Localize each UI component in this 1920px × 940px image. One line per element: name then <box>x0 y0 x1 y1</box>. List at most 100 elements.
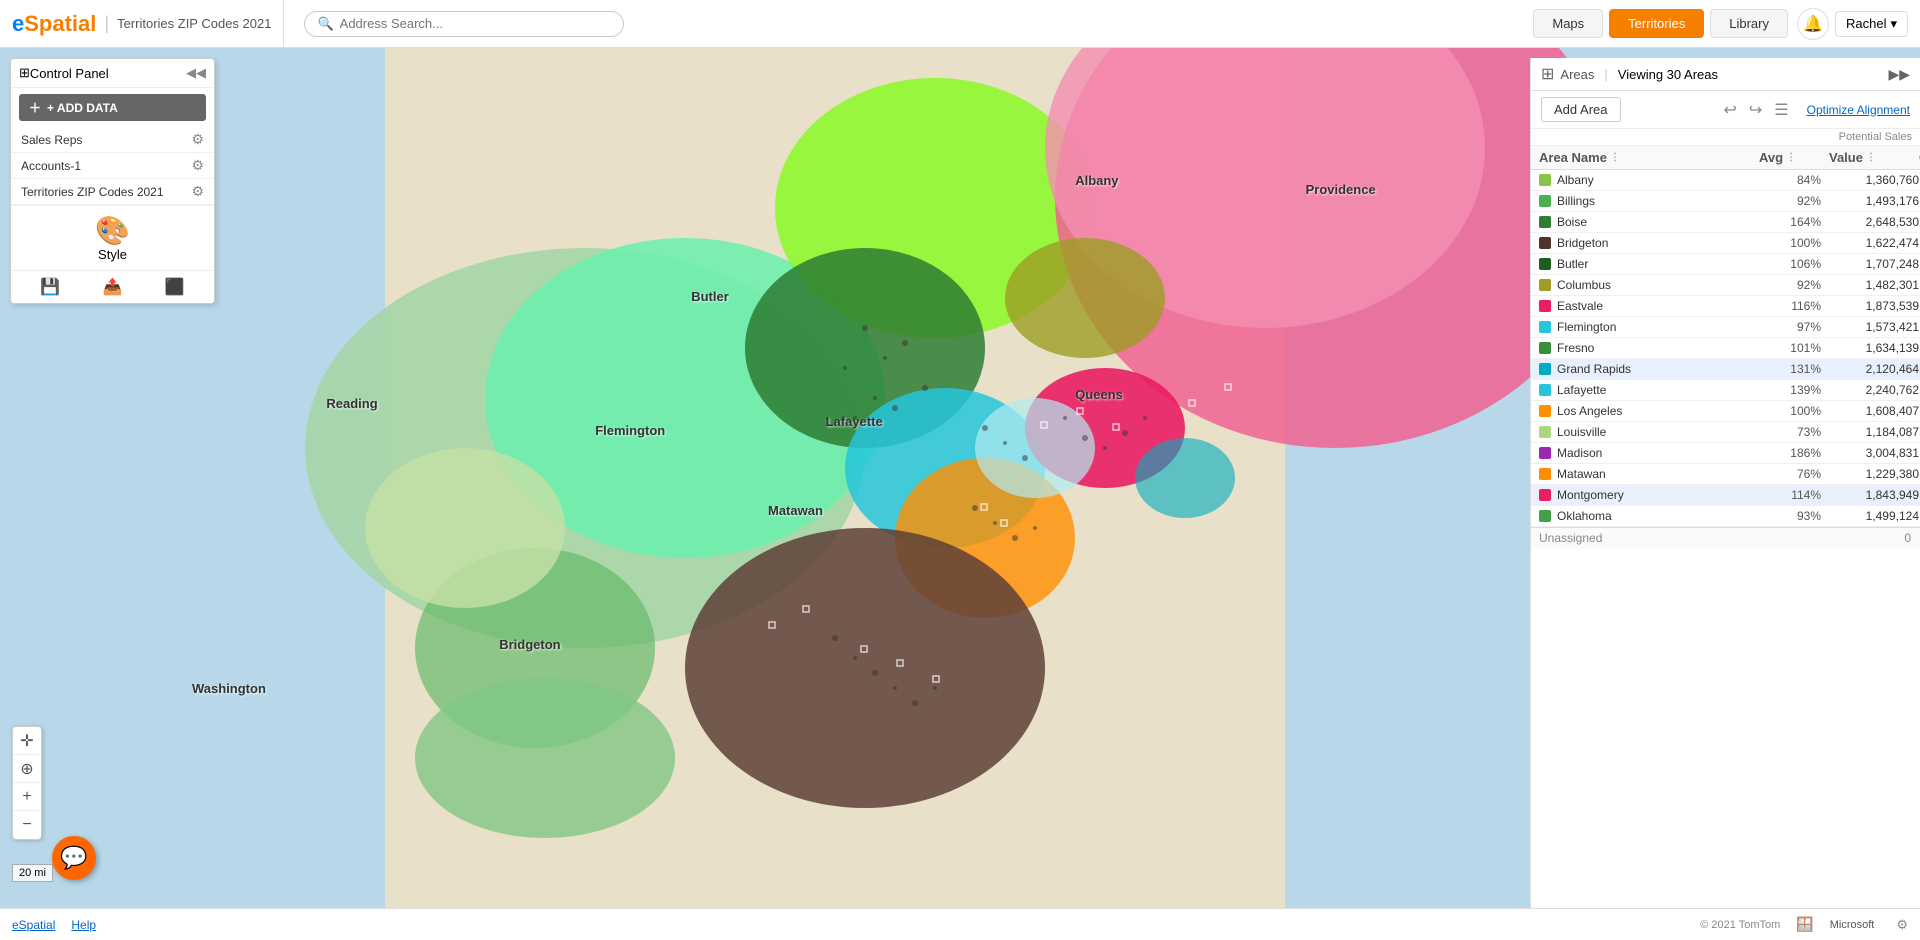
layer-settings-icon-sales-reps[interactable]: ⚙ <box>191 131 204 148</box>
area-value: 1,873,539 <box>1829 299 1919 313</box>
menu-icon[interactable]: ☰ <box>1774 100 1788 120</box>
area-value: 1,229,380 <box>1829 467 1919 481</box>
area-name: Madison <box>1557 446 1602 460</box>
zoom-controls: ✛ ⊕ + − <box>12 726 42 840</box>
maps-nav-button[interactable]: Maps <box>1533 9 1603 38</box>
table-row[interactable]: Madison 186% 3,004,831 <box>1531 443 1920 464</box>
notification-button[interactable]: 🔔 <box>1797 8 1829 40</box>
table-row[interactable]: Los Angeles 100% 1,608,407 <box>1531 401 1920 422</box>
style-area[interactable]: 🎨 Style <box>11 205 214 270</box>
chevron-down-icon: ▾ <box>1890 16 1897 32</box>
add-area-button[interactable]: Add Area <box>1541 97 1621 122</box>
table-row[interactable]: Matawan 76% 1,229,380 <box>1531 464 1920 485</box>
table-row[interactable]: Albany 🔍 ℹ 🗑 84% 1,360,760 <box>1531 170 1920 191</box>
info-icon[interactable]: ℹ <box>1619 173 1624 187</box>
area-avg: 114% <box>1759 488 1829 502</box>
area-name: Lafayette <box>1557 383 1606 397</box>
area-name: Bridgeton <box>1557 236 1608 250</box>
area-avg: 131% <box>1759 362 1829 376</box>
table-row[interactable]: Billings 92% 1,493,176 <box>1531 191 1920 212</box>
area-value: 2,240,762 <box>1829 383 1919 397</box>
logo: eSpatial <box>12 11 96 37</box>
microsoft-icon: 🪟 <box>1796 916 1813 933</box>
table-row[interactable]: Butler 106% 1,707,248 <box>1531 254 1920 275</box>
save-icon[interactable]: 💾 <box>40 277 60 297</box>
espatial-link[interactable]: eSpatial <box>12 918 55 932</box>
logo-area: eSpatial | Territories ZIP Codes 2021 <box>0 0 284 47</box>
sort-icon-value: ⋮ <box>1866 152 1876 163</box>
layer-row-sales-reps: Sales Reps ⚙ <box>11 127 214 153</box>
area-value: 1,843,949 <box>1829 488 1919 502</box>
plus-icon: ＋ <box>29 99 41 116</box>
pan-icon[interactable]: ✛ <box>13 727 41 755</box>
area-name: Eastvale <box>1557 299 1603 313</box>
table-row[interactable]: Boise 164% 2,648,530 <box>1531 212 1920 233</box>
territories-nav-button[interactable]: Territories <box>1609 9 1704 38</box>
area-value: 1,707,248 <box>1829 257 1919 271</box>
settings-map-icon[interactable]: ⚙ <box>1896 917 1908 933</box>
add-data-label: + ADD DATA <box>47 101 118 115</box>
unassigned-name: Unassigned <box>1539 531 1759 545</box>
area-color-swatch <box>1539 237 1551 249</box>
area-avg: 92% <box>1759 194 1829 208</box>
area-color-swatch <box>1539 174 1551 186</box>
area-avg: 93% <box>1759 509 1829 523</box>
unassigned-value: 0 <box>1829 531 1919 545</box>
microsoft-credit: Microsoft <box>1830 919 1875 931</box>
library-nav-button[interactable]: Library <box>1710 9 1788 38</box>
right-panel: ⊞ Areas | Viewing 30 Areas ▶▶ Add Area ↩… <box>1530 58 1920 940</box>
sort-icon-area-name: ⋮ <box>1610 152 1620 163</box>
layer-settings-icon-accounts[interactable]: ⚙ <box>191 157 204 174</box>
zoom-out-button[interactable]: − <box>13 811 41 839</box>
export-icon[interactable]: ⬛ <box>165 277 185 297</box>
optimize-alignment-link[interactable]: Optimize Alignment <box>1807 103 1910 117</box>
help-link[interactable]: Help <box>71 918 96 932</box>
redo-icon[interactable]: ↪ <box>1749 100 1762 120</box>
table-row[interactable]: Grand Rapids 131% 2,120,464 <box>1531 359 1920 380</box>
table-row[interactable]: Columbus 92% 1,482,301 <box>1531 275 1920 296</box>
table-row[interactable]: Bridgeton 100% 1,622,474 <box>1531 233 1920 254</box>
table-row[interactable]: Eastvale 116% 1,873,539 <box>1531 296 1920 317</box>
right-panel-actions: Add Area ↩ ↪ ☰ Optimize Alignment <box>1531 91 1920 129</box>
area-value: 1,608,407 <box>1829 404 1919 418</box>
add-data-button[interactable]: ＋ + ADD DATA <box>19 94 206 121</box>
area-value: 1,622,474 <box>1829 236 1919 250</box>
chat-support-button[interactable]: 💬 <box>52 836 96 880</box>
delete-area-icon[interactable]: 🗑 <box>1627 173 1642 187</box>
style-label: Style <box>98 247 127 262</box>
collapse-panel-icon[interactable]: ◀◀ <box>186 65 206 81</box>
sort-icon-avg: ⋮ <box>1786 152 1796 163</box>
table-row[interactable]: Flemington 97% 1,573,421 <box>1531 317 1920 338</box>
share-icon[interactable]: 📤 <box>103 277 123 297</box>
area-value: 1,360,760 <box>1829 173 1919 187</box>
zoom-to-fit-icon[interactable]: ⊕ <box>13 755 41 783</box>
expand-panel-icon[interactable]: ▶▶ <box>1888 66 1910 83</box>
area-value: 2,120,464 <box>1829 362 1919 376</box>
col-header-value[interactable]: Value ⋮ <box>1829 150 1919 165</box>
table-row[interactable]: Lafayette 139% 2,240,762 <box>1531 380 1920 401</box>
table-row[interactable]: Louisville 73% 1,184,087 <box>1531 422 1920 443</box>
address-search-bar[interactable]: 🔍 <box>304 11 624 37</box>
table-row[interactable]: Fresno 101% 1,634,139 <box>1531 338 1920 359</box>
area-color-swatch <box>1539 384 1551 396</box>
undo-icon[interactable]: ↩ <box>1723 100 1736 120</box>
search-input[interactable] <box>340 16 600 31</box>
area-value: 1,634,139 <box>1829 341 1919 355</box>
area-color-swatch <box>1539 447 1551 459</box>
area-avg: 164% <box>1759 215 1829 229</box>
area-name: Montgomery <box>1557 488 1624 502</box>
col-header-area-name[interactable]: Area Name ⋮ <box>1539 150 1759 165</box>
zoom-to-area-icon[interactable]: 🔍 <box>1600 173 1615 187</box>
zoom-in-button[interactable]: + <box>13 783 41 811</box>
table-row[interactable]: Montgomery 114% 1,843,949 <box>1531 485 1920 506</box>
area-color-swatch <box>1539 426 1551 438</box>
user-menu-button[interactable]: Rachel ▾ <box>1835 11 1908 37</box>
layer-settings-icon-territories[interactable]: ⚙ <box>191 183 204 200</box>
area-avg: 92% <box>1759 278 1829 292</box>
col-header-avg[interactable]: Avg ⋮ <box>1759 150 1829 165</box>
table-row[interactable]: Oklahoma 93% 1,499,124 <box>1531 506 1920 527</box>
area-avg: 100% <box>1759 236 1829 250</box>
area-name: Matawan <box>1557 467 1606 481</box>
area-color-swatch <box>1539 300 1551 312</box>
area-avg: 73% <box>1759 425 1829 439</box>
